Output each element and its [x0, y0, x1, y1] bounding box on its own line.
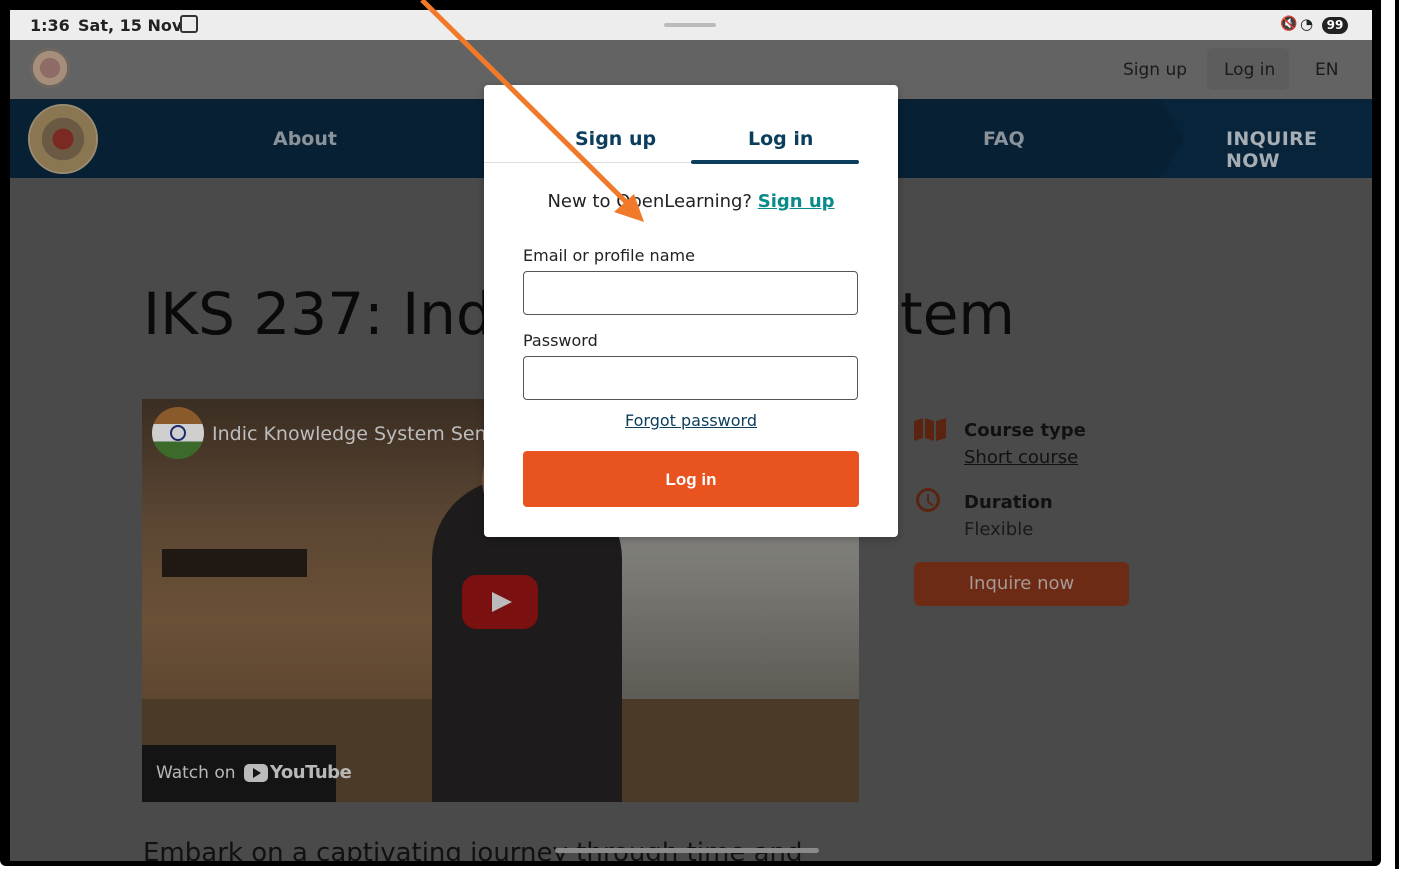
site-logo-small[interactable] — [30, 48, 70, 88]
tablet-screen: 1:36 Sat, 15 Nov 🔇 ◔ 99 Sign up Log in E… — [10, 10, 1372, 861]
watch-on-youtube-button[interactable]: Watch on YouTube — [142, 745, 352, 802]
youtube-icon — [244, 764, 268, 782]
modal-tabs: Sign up Log in — [484, 85, 898, 164]
course-type-label: Course type — [964, 420, 1086, 441]
duration-label: Duration — [964, 492, 1053, 513]
top-login-link[interactable]: Log in — [1224, 60, 1275, 80]
email-label: Email or profile name — [523, 246, 695, 265]
clock-icon — [916, 488, 940, 512]
language-selector[interactable]: EN — [1315, 60, 1338, 80]
chakra-icon — [170, 425, 186, 441]
nav-inquire-now[interactable]: INQUIRE NOW — [1226, 128, 1372, 172]
play-button[interactable] — [462, 575, 538, 629]
email-field[interactable] — [523, 271, 858, 315]
signup-prompt-text: New to OpenLearning? — [547, 191, 752, 212]
video-scene-shelf — [162, 549, 307, 577]
youtube-wordmark: YouTube — [270, 762, 352, 783]
battery-indicator: 99 — [1322, 17, 1348, 34]
tab-signup[interactable]: Sign up — [575, 128, 656, 150]
signup-prompt: New to OpenLearning? Sign up — [484, 191, 898, 212]
multitask-handle[interactable] — [664, 23, 716, 27]
login-modal: Sign up Log in New to OpenLearning? Sign… — [484, 85, 898, 537]
active-tab-indicator — [691, 160, 859, 164]
map-icon — [914, 418, 946, 441]
screenshot-icon — [180, 15, 198, 33]
password-label: Password — [523, 331, 598, 350]
watch-on-label: Watch on — [156, 763, 236, 783]
inquire-now-button[interactable]: Inquire now — [914, 562, 1129, 606]
status-date: Sat, 15 Nov — [78, 16, 183, 35]
home-indicator[interactable] — [555, 848, 819, 853]
channel-avatar[interactable] — [152, 407, 204, 459]
mute-icon: 🔇 — [1280, 16, 1298, 32]
course-title: IKS 237: Indic — [143, 280, 541, 348]
signup-prompt-link[interactable]: Sign up — [758, 191, 835, 212]
course-title-tail: tem — [900, 280, 1015, 348]
institution-logo[interactable] — [28, 104, 98, 174]
forgot-password-link[interactable]: Forgot password — [484, 411, 898, 430]
password-field[interactable] — [523, 356, 858, 400]
nav-item-about[interactable]: About — [273, 128, 337, 150]
duration-value: Flexible — [964, 519, 1034, 540]
status-bar: 1:36 Sat, 15 Nov 🔇 ◔ 99 — [10, 10, 1372, 40]
course-type-link[interactable]: Short course — [964, 447, 1078, 468]
play-icon — [492, 592, 512, 612]
nav-item-faq[interactable]: FAQ — [983, 128, 1025, 150]
video-title[interactable]: Indic Knowledge System Semi — [212, 423, 498, 445]
top-signup-link[interactable]: Sign up — [1123, 60, 1187, 80]
tab-login[interactable]: Log in — [748, 128, 813, 150]
status-time: 1:36 — [30, 16, 70, 35]
login-button[interactable]: Log in — [523, 451, 859, 507]
wifi-icon: ◔ — [1300, 15, 1314, 33]
divider-line — [1395, 0, 1399, 869]
